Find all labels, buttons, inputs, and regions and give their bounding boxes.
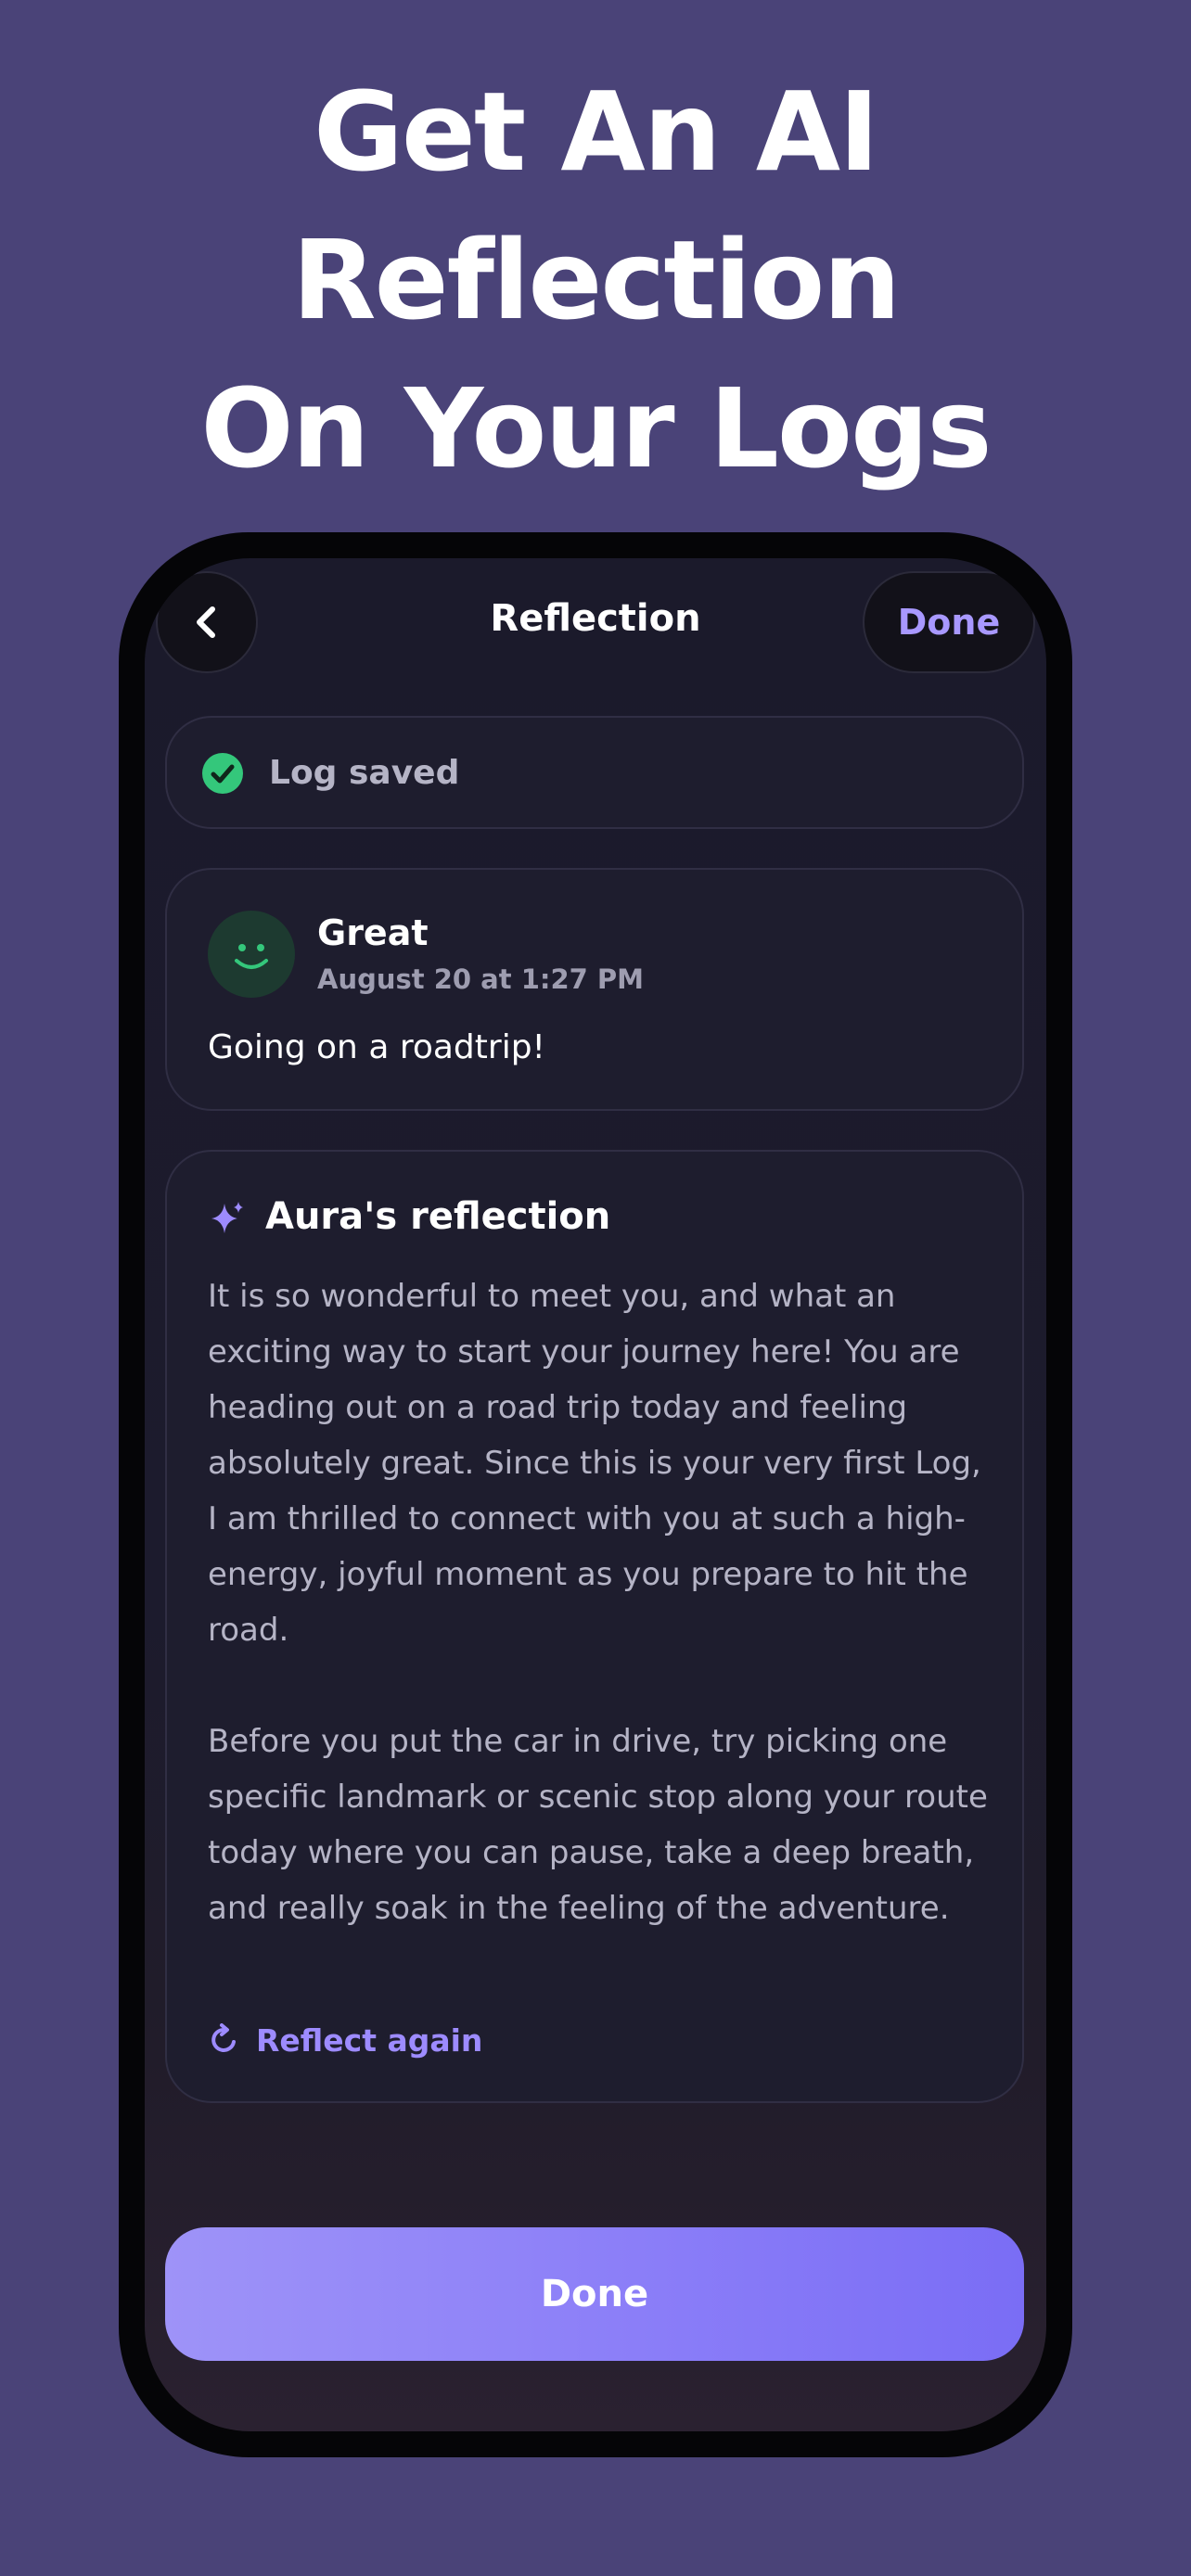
- log-saved-text: Log saved: [269, 754, 460, 792]
- marketing-headline: Get An AI Reflection On Your Logs: [0, 57, 1191, 503]
- headline-line-1: Get An AI Reflection: [291, 68, 902, 344]
- check-circle-icon: [202, 753, 243, 794]
- log-note: Going on a roadtrip!: [208, 1028, 545, 1066]
- smiley-face-icon: [235, 944, 268, 969]
- reflect-again-label: Reflect again: [256, 2021, 483, 2059]
- reflection-title: Aura's reflection: [265, 1195, 611, 1238]
- sparkle-icon: [211, 1202, 243, 1233]
- done-button[interactable]: Done: [165, 2227, 1024, 2361]
- log-saved-banner: Log saved: [165, 716, 1024, 829]
- mood-avatar: [208, 911, 295, 998]
- mood-label: Great: [317, 912, 429, 953]
- refresh-icon: [211, 2023, 236, 2052]
- reflection-paragraph: Before you put the car in drive, try pic…: [208, 1723, 988, 1927]
- header-done-button[interactable]: Done: [863, 571, 1035, 673]
- reflection-card: Aura's reflection It is so wonderful to …: [165, 1150, 1024, 2103]
- reflection-paragraph: It is so wonderful to meet you, and what…: [208, 1278, 981, 1649]
- log-entry-card[interactable]: Great August 20 at 1:27 PM Going on a ro…: [165, 868, 1024, 1111]
- reflection-body: It is so wonderful to meet you, and what…: [208, 1269, 996, 1992]
- app-screen: Reflection Done Log saved Great August 2…: [145, 558, 1046, 2431]
- log-timestamp: August 20 at 1:27 PM: [317, 963, 645, 995]
- reflect-again-button[interactable]: Reflect again: [208, 2016, 482, 2064]
- headline-line-2: On Your Logs: [200, 364, 992, 492]
- phone-frame: Reflection Done Log saved Great August 2…: [119, 532, 1072, 2457]
